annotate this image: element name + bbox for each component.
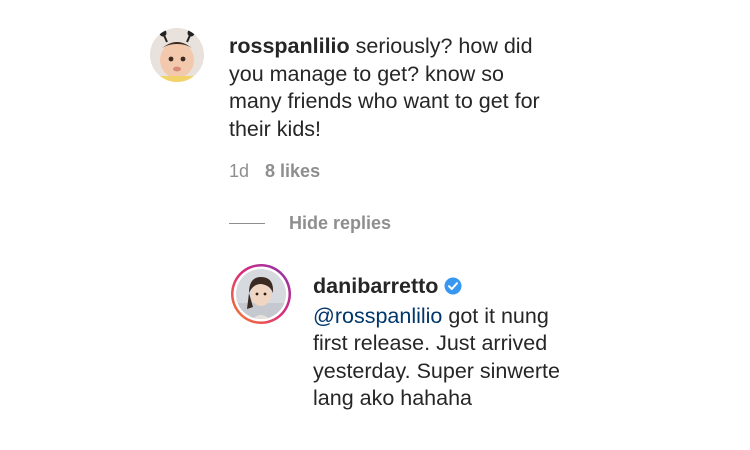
comment-meta: 1d 8 likes [229,161,320,182]
reply-mention-link[interactable]: @rosspanlilio [313,304,442,328]
reply-username[interactable]: danibarretto [313,274,438,298]
replies-divider [229,223,265,224]
comment-body: rosspanlilio seriously? how did you mana… [229,33,559,143]
reply-avatar[interactable] [230,263,292,325]
comment-likes[interactable]: 8 likes [265,161,320,181]
hide-replies-button[interactable]: Hide replies [229,213,391,234]
commenter-username[interactable]: rosspanlilio [229,34,350,58]
verified-badge-icon [444,275,462,303]
baby-face-icon [150,28,204,82]
commenter-avatar[interactable] [150,28,204,82]
comment-thread: rosspanlilio seriously? how did you mana… [0,0,750,450]
hide-replies-label: Hide replies [289,213,392,233]
reply-body: danibarretto @rosspanlilio got it nung f… [313,273,573,413]
profile-photo-icon [231,264,291,324]
comment-timestamp[interactable]: 1d [229,161,249,181]
